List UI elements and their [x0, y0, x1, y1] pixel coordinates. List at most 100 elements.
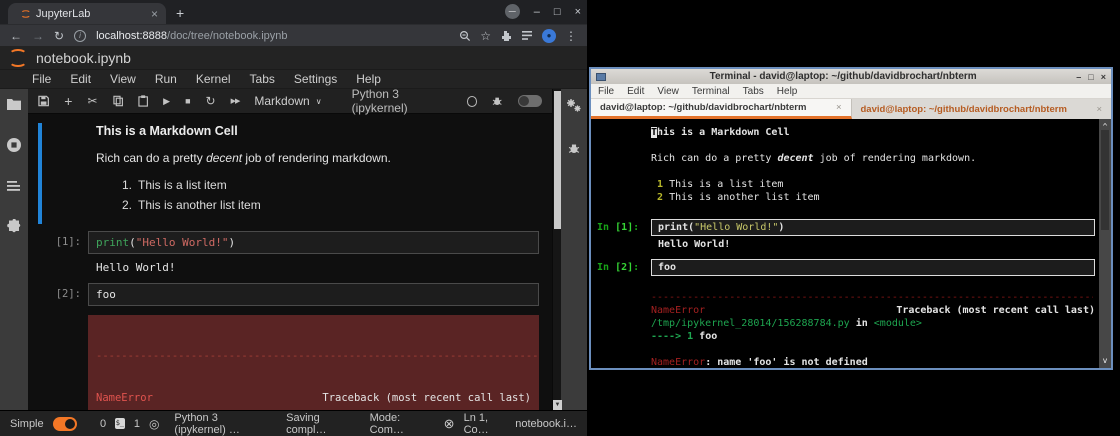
window-minimize-button[interactable]: – — [534, 6, 540, 18]
left-sidebar — [0, 89, 28, 410]
interface-mode-label: Simple — [10, 418, 44, 430]
menu-run[interactable]: Run — [155, 72, 177, 86]
markdown-cell[interactable]: This is a Markdown Cell Rich can do a pr… — [28, 121, 552, 222]
terminal-maximize-button[interactable]: □ — [1088, 72, 1093, 82]
simple-mode-toggle[interactable] — [53, 417, 77, 431]
notebook-toolbar: + ✂ ▶ ■ ↻ ▶▶ Markdown ∨ Python 3 (ipyker… — [28, 89, 552, 114]
status-bar: Simple 0 $_ 1 ◎ Python 3 (ipykernel) … S… — [0, 410, 587, 436]
nbterm-code-cell-1: In [1]: print("Hello World!") — [594, 219, 1095, 236]
kernels-count[interactable]: 1 — [134, 418, 140, 430]
status-kernel-label[interactable]: Python 3 (ipykernel) … — [174, 412, 265, 436]
jupyterlab-menubar: File Edit View Run Kernel Tabs Settings … — [0, 70, 587, 89]
cursor-position-label[interactable]: Ln 1, Co… — [464, 412, 507, 436]
back-icon[interactable]: ← — [10, 29, 22, 43]
terminal-menu-tabs[interactable]: Tabs — [743, 86, 764, 97]
terminal-menu-file[interactable]: File — [598, 86, 614, 97]
selected-cell-indicator[interactable] — [38, 123, 42, 224]
kernel-name-label[interactable]: Python 3 (ipykernel) — [352, 87, 452, 115]
menu-kernel[interactable]: Kernel — [196, 72, 231, 86]
terminal-sessions-icon: $_ — [115, 418, 125, 429]
nbterm-input-2[interactable]: foo — [651, 259, 1095, 276]
insert-cell-icon[interactable]: + — [64, 94, 72, 108]
extension-manager-icon[interactable] — [7, 219, 22, 234]
terminal-menu-view[interactable]: View — [657, 86, 679, 97]
terminal-window: Terminal - david@laptop: ~/github/davidb… — [589, 67, 1113, 370]
menu-help[interactable]: Help — [356, 72, 381, 86]
cut-cells-icon[interactable]: ✂ — [87, 95, 97, 107]
terminal-menu-edit[interactable]: Edit — [627, 86, 644, 97]
paste-cells-icon[interactable] — [138, 95, 148, 107]
file-browser-icon[interactable] — [7, 98, 21, 110]
kernel-sessions-icon: ◎ — [149, 417, 159, 431]
menu-tabs[interactable]: Tabs — [250, 72, 275, 86]
forward-icon[interactable]: → — [32, 29, 44, 43]
terminal-close-button[interactable]: × — [1101, 72, 1106, 82]
restart-kernel-icon[interactable]: ↻ — [206, 95, 216, 107]
nbterm-prompt-2: In [2]: — [594, 261, 651, 274]
bookmark-star-icon[interactable]: ☆ — [480, 29, 491, 43]
scrollbar-thumb[interactable] — [554, 91, 561, 229]
save-icon[interactable] — [38, 95, 49, 107]
terminal-menu-terminal[interactable]: Terminal — [692, 86, 730, 97]
menu-edit[interactable]: Edit — [70, 72, 91, 86]
menu-settings[interactable]: Settings — [294, 72, 337, 86]
browser-tab[interactable]: JupyterLab × — [8, 3, 166, 24]
url-field[interactable]: localhost:8888/doc/tree/notebook.ipynb — [96, 30, 449, 42]
window-maximize-button[interactable]: □ — [554, 6, 561, 18]
browser-menu-kebab-icon[interactable]: ⋮ — [565, 29, 577, 43]
terminal-scrollbar-thumb[interactable] — [1101, 130, 1109, 230]
command-mode-label[interactable]: Mode: Com… — [370, 412, 425, 436]
scrollbar-down-arrow[interactable]: ▼ — [553, 400, 562, 410]
markdown-heading: This is a Markdown Cell — [96, 124, 538, 138]
terminal-tabbar: david@laptop: ~/github/davidbrochart/nbt… — [591, 99, 1111, 119]
site-info-icon[interactable]: i — [74, 30, 86, 42]
zoom-icon[interactable] — [459, 30, 471, 42]
running-sessions-icon[interactable] — [6, 137, 22, 153]
new-tab-button[interactable]: + — [176, 5, 184, 24]
terminal-minimize-button[interactable]: – — [1076, 72, 1081, 82]
toolbar-toggle[interactable] — [518, 95, 542, 107]
code-input-1[interactable]: print("Hello World!") — [88, 231, 539, 254]
extensions-puzzle-icon[interactable] — [500, 30, 512, 42]
profile-avatar[interactable]: ● — [542, 29, 556, 43]
table-of-contents-icon[interactable] — [7, 180, 21, 192]
interrupt-kernel-icon[interactable]: ■ — [185, 97, 190, 106]
restart-run-all-icon[interactable]: ▶▶ — [231, 98, 240, 105]
status-filename-label: notebook.i… — [515, 418, 577, 430]
terminal-tab-inactive[interactable]: david@laptop: ~/github/davidbrochart/nbt… — [852, 99, 1112, 119]
terminal-menu-help[interactable]: Help — [777, 86, 798, 97]
terminal-title: Terminal - david@laptop: ~/github/davidb… — [610, 71, 1076, 82]
window-close-button[interactable]: × — [575, 6, 581, 18]
property-inspector-gears-icon[interactable] — [566, 98, 582, 113]
terminal-titlebar[interactable]: Terminal - david@laptop: ~/github/davidb… — [591, 69, 1111, 84]
reload-icon[interactable]: ↻ — [54, 29, 64, 43]
cell-output-1: Hello World! — [28, 261, 552, 274]
notebook-scrollbar[interactable]: ▼ — [552, 89, 561, 410]
cell-type-dropdown[interactable]: Markdown ∨ — [254, 94, 321, 108]
run-cell-icon[interactable]: ▶ — [163, 97, 170, 106]
menu-file[interactable]: File — [32, 72, 51, 86]
code-input-2[interactable]: foo — [88, 283, 539, 306]
markdown-list-item: 2.This is another list item — [122, 198, 538, 212]
debugger-bug-icon[interactable] — [492, 96, 502, 107]
terminals-count[interactable]: 0 — [100, 418, 106, 430]
terminal-scroll-down-icon[interactable]: v — [1103, 354, 1108, 367]
code-cell-1: [1]: print("Hello World!") — [28, 231, 539, 254]
menu-view[interactable]: View — [110, 72, 136, 86]
tab-close-icon[interactable]: × — [151, 8, 158, 20]
markdown-paragraph: Rich can do a pretty decent job of rende… — [96, 151, 538, 165]
terminal-scrollbar[interactable]: ^ v — [1099, 119, 1111, 368]
terminal-tab-active[interactable]: david@laptop: ~/github/davidbrochart/nbt… — [591, 99, 852, 119]
extension-icon[interactable]: — — [505, 4, 520, 19]
error-header: NameError Traceback (most recent call la… — [96, 391, 531, 405]
terminal-tab-close-icon[interactable]: × — [1090, 104, 1102, 115]
nbterm-code-cell-2: In [2]: foo — [594, 259, 1095, 276]
nbterm-output-1: Hello World! — [594, 238, 1095, 251]
reading-list-icon[interactable] — [521, 30, 533, 41]
debugger-sidebar-bug-icon[interactable] — [568, 143, 580, 155]
copy-cells-icon[interactable] — [113, 95, 123, 107]
terminal-tab-close-icon[interactable]: × — [830, 102, 842, 113]
right-sidebar — [561, 89, 587, 410]
code-cell-2: [2]: foo — [28, 283, 539, 306]
nbterm-input-1[interactable]: print("Hello World!") — [651, 219, 1095, 236]
